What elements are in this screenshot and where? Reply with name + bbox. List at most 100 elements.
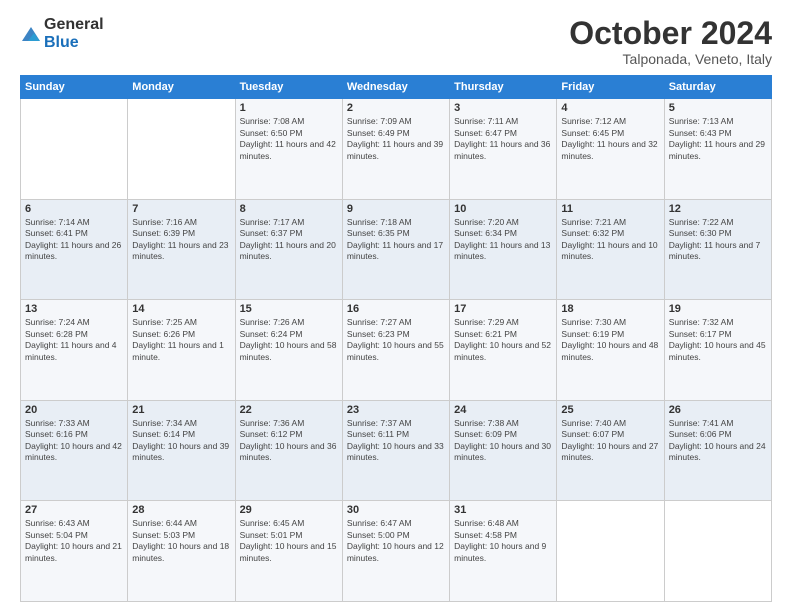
calendar-cell: 18 Sunrise: 7:30 AMSunset: 6:19 PMDayligh… [557,300,664,401]
calendar-cell: 5 Sunrise: 7:13 AMSunset: 6:43 PMDaylight… [664,99,771,200]
day-number: 27 [25,504,123,516]
calendar-cell: 24 Sunrise: 7:38 AMSunset: 6:09 PMDayligh… [450,400,557,501]
day-number: 19 [669,303,767,315]
header-tuesday: Tuesday [235,76,342,99]
month-title: October 2024 [569,16,772,51]
day-number: 29 [240,504,338,516]
day-detail: Sunrise: 7:21 AMSunset: 6:32 PMDaylight:… [561,217,659,263]
day-detail: Sunrise: 7:41 AMSunset: 6:06 PMDaylight:… [669,418,767,464]
day-number: 12 [669,203,767,215]
day-number: 20 [25,404,123,416]
day-number: 13 [25,303,123,315]
header-friday: Friday [557,76,664,99]
calendar-cell: 29 Sunrise: 6:45 AMSunset: 5:01 PMDayligh… [235,501,342,602]
calendar-cell [557,501,664,602]
calendar-cell: 8 Sunrise: 7:17 AMSunset: 6:37 PMDaylight… [235,199,342,300]
day-detail: Sunrise: 7:38 AMSunset: 6:09 PMDaylight:… [454,418,552,464]
day-number: 30 [347,504,445,516]
day-detail: Sunrise: 6:48 AMSunset: 4:58 PMDaylight:… [454,518,552,564]
calendar-week-0: 1Sunrise: 7:08 AMSunset: 6:50 PMDaylight… [21,99,772,200]
day-number: 5 [669,102,767,114]
calendar-cell: 16 Sunrise: 7:27 AMSunset: 6:23 PMDayligh… [342,300,449,401]
logo-icon [20,23,42,45]
calendar-cell: 27 Sunrise: 6:43 AMSunset: 5:04 PMDayligh… [21,501,128,602]
page: General Blue October 2024 Talponada, Ven… [0,0,792,612]
day-number: 23 [347,404,445,416]
calendar-week-3: 20 Sunrise: 7:33 AMSunset: 6:16 PMDayligh… [21,400,772,501]
day-detail: Sunrise: 6:43 AMSunset: 5:04 PMDaylight:… [25,518,123,564]
day-number: 1 [240,102,338,114]
day-detail: Sunrise: 7:16 AMSunset: 6:39 PMDaylight:… [132,217,230,263]
day-detail: Sunrise: 7:27 AMSunset: 6:23 PMDaylight:… [347,317,445,363]
day-detail: Sunrise: 7:18 AMSunset: 6:35 PMDaylight:… [347,217,445,263]
calendar-cell [128,99,235,200]
calendar-week-4: 27 Sunrise: 6:43 AMSunset: 5:04 PMDayligh… [21,501,772,602]
title-block: October 2024 Talponada, Veneto, Italy [569,16,772,67]
day-number: 2 [347,102,445,114]
day-number: 14 [132,303,230,315]
calendar-cell: 10 Sunrise: 7:20 AMSunset: 6:34 PMDayligh… [450,199,557,300]
calendar-cell [21,99,128,200]
calendar-cell: 22Sunrise: 7:36 AMSunset: 6:12 PMDayligh… [235,400,342,501]
day-detail: Sunrise: 7:14 AMSunset: 6:41 PMDaylight:… [25,217,123,263]
day-number: 28 [132,504,230,516]
day-detail: Sunrise: 7:33 AMSunset: 6:16 PMDaylight:… [25,418,123,464]
calendar-cell: 23 Sunrise: 7:37 AMSunset: 6:11 PMDayligh… [342,400,449,501]
calendar-cell: 6 Sunrise: 7:14 AMSunset: 6:41 PMDaylight… [21,199,128,300]
header: General Blue October 2024 Talponada, Ven… [20,16,772,67]
calendar-cell: 26Sunrise: 7:41 AMSunset: 6:06 PMDayligh… [664,400,771,501]
calendar-cell: 21Sunrise: 7:34 AMSunset: 6:14 PMDayligh… [128,400,235,501]
calendar-week-1: 6 Sunrise: 7:14 AMSunset: 6:41 PMDaylight… [21,199,772,300]
logo-blue: Blue [44,34,104,52]
day-detail: Sunrise: 6:45 AMSunset: 5:01 PMDaylight:… [240,518,338,564]
location-subtitle: Talponada, Veneto, Italy [569,51,772,67]
day-detail: Sunrise: 7:25 AMSunset: 6:26 PMDaylight:… [132,317,230,363]
day-detail: Sunrise: 7:24 AMSunset: 6:28 PMDaylight:… [25,317,123,363]
calendar-cell: 20 Sunrise: 7:33 AMSunset: 6:16 PMDayligh… [21,400,128,501]
day-number: 8 [240,203,338,215]
day-detail: Sunrise: 6:47 AMSunset: 5:00 PMDaylight:… [347,518,445,564]
calendar-cell: 14 Sunrise: 7:25 AMSunset: 6:26 PMDayligh… [128,300,235,401]
calendar-cell: 19 Sunrise: 7:32 AMSunset: 6:17 PMDayligh… [664,300,771,401]
day-detail: Sunrise: 7:13 AMSunset: 6:43 PMDaylight:… [669,116,767,162]
day-number: 11 [561,203,659,215]
day-detail: Sunrise: 7:37 AMSunset: 6:11 PMDaylight:… [347,418,445,464]
calendar-cell: 13 Sunrise: 7:24 AMSunset: 6:28 PMDayligh… [21,300,128,401]
day-number: 4 [561,102,659,114]
day-detail: Sunrise: 7:09 AMSunset: 6:49 PMDaylight:… [347,116,445,162]
calendar-cell: 2 Sunrise: 7:09 AMSunset: 6:49 PMDaylight… [342,99,449,200]
calendar-cell: 17Sunrise: 7:29 AMSunset: 6:21 PMDayligh… [450,300,557,401]
day-number: 18 [561,303,659,315]
day-number: 16 [347,303,445,315]
header-wednesday: Wednesday [342,76,449,99]
calendar-cell: 28 Sunrise: 6:44 AMSunset: 5:03 PMDayligh… [128,501,235,602]
day-detail: Sunrise: 6:44 AMSunset: 5:03 PMDaylight:… [132,518,230,564]
day-detail: Sunrise: 7:32 AMSunset: 6:17 PMDaylight:… [669,317,767,363]
day-detail: Sunrise: 7:22 AMSunset: 6:30 PMDaylight:… [669,217,767,263]
day-detail: Sunrise: 7:17 AMSunset: 6:37 PMDaylight:… [240,217,338,263]
calendar-cell: 3 Sunrise: 7:11 AMSunset: 6:47 PMDaylight… [450,99,557,200]
day-number: 24 [454,404,552,416]
day-detail: Sunrise: 7:29 AMSunset: 6:21 PMDaylight:… [454,317,552,363]
day-detail: Sunrise: 7:12 AMSunset: 6:45 PMDaylight:… [561,116,659,162]
calendar-cell: 15Sunrise: 7:26 AMSunset: 6:24 PMDayligh… [235,300,342,401]
day-number: 7 [132,203,230,215]
calendar-cell: 25Sunrise: 7:40 AMSunset: 6:07 PMDayligh… [557,400,664,501]
calendar-cell: 7 Sunrise: 7:16 AMSunset: 6:39 PMDaylight… [128,199,235,300]
day-number: 15 [240,303,338,315]
day-detail: Sunrise: 7:20 AMSunset: 6:34 PMDaylight:… [454,217,552,263]
day-number: 6 [25,203,123,215]
header-monday: Monday [128,76,235,99]
header-sunday: Sunday [21,76,128,99]
day-detail: Sunrise: 7:30 AMSunset: 6:19 PMDaylight:… [561,317,659,363]
day-detail: Sunrise: 7:11 AMSunset: 6:47 PMDaylight:… [454,116,552,162]
day-number: 10 [454,203,552,215]
calendar-cell: 9 Sunrise: 7:18 AMSunset: 6:35 PMDaylight… [342,199,449,300]
calendar-cell [664,501,771,602]
calendar-cell: 4 Sunrise: 7:12 AMSunset: 6:45 PMDaylight… [557,99,664,200]
day-number: 9 [347,203,445,215]
calendar-cell: 31 Sunrise: 6:48 AMSunset: 4:58 PMDayligh… [450,501,557,602]
day-number: 3 [454,102,552,114]
day-number: 31 [454,504,552,516]
day-number: 25 [561,404,659,416]
